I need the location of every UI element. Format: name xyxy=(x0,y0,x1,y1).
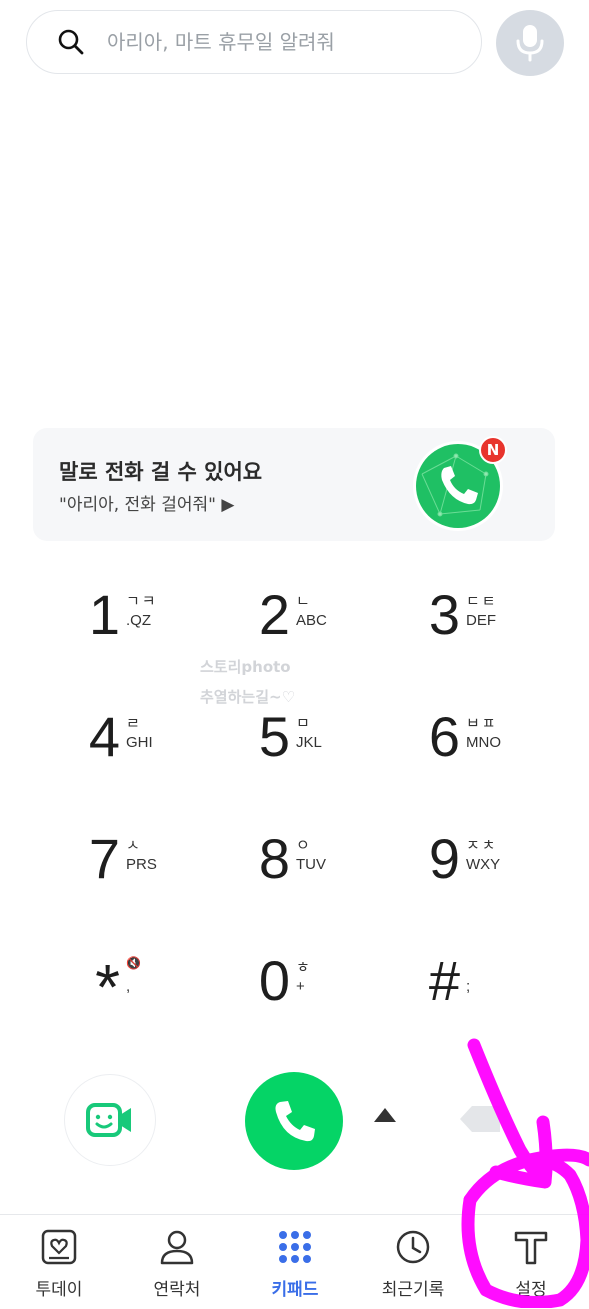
voice-call-promo-card[interactable]: 말로 전화 걸 수 있어요 "아리아, 전화 걸어줘" ▶ N xyxy=(33,428,555,541)
key-3[interactable]: 3 ㄷㅌ DEF xyxy=(410,584,580,694)
key-5[interactable]: 5 ㅁ JKL xyxy=(240,706,410,816)
key-digit: 1 xyxy=(88,583,120,646)
nav-tab-keypad[interactable]: 키패드 xyxy=(236,1215,354,1309)
key-0[interactable]: 0 ㅎ + xyxy=(240,950,410,1060)
key-digit: 8 xyxy=(258,827,290,890)
key-6[interactable]: 6 ㅂㅍ MNO xyxy=(410,706,580,816)
key-digit: 0 xyxy=(258,949,290,1012)
key-digit: 7 xyxy=(88,827,120,890)
key-letters: ABC xyxy=(296,612,327,629)
nav-tab-recents[interactable]: 최근기록 xyxy=(354,1215,472,1309)
keypad-icon xyxy=(279,1231,311,1263)
phone-call-icon xyxy=(275,1101,315,1142)
search-icon xyxy=(58,29,84,55)
settings-t-icon xyxy=(514,1231,548,1265)
promo-title: 말로 전화 걸 수 있어요 xyxy=(59,460,263,484)
today-icon xyxy=(41,1229,77,1265)
person-icon xyxy=(160,1230,194,1265)
backspace-icon xyxy=(460,1106,500,1132)
promo-subtitle: "아리아, 전화 걸어줘" ▶ xyxy=(59,495,235,515)
key-9[interactable]: 9 ㅈㅊ WXY xyxy=(410,828,580,938)
key-letters: WXY xyxy=(466,856,501,873)
key-digit: 5 xyxy=(258,705,290,768)
key-1[interactable]: 1 ㄱㅋ .QZ xyxy=(70,584,240,694)
key-digit: 3 xyxy=(428,583,460,646)
key-korean: ㄴ xyxy=(296,592,312,610)
key-korean: ㅈㅊ xyxy=(466,836,498,854)
nav-label: 키패드 xyxy=(271,1280,319,1300)
microphone-icon xyxy=(516,25,544,62)
video-call-icon xyxy=(86,1103,131,1137)
key-digit: 4 xyxy=(88,705,120,768)
key-letters: JKL xyxy=(296,734,322,751)
voice-button[interactable] xyxy=(496,10,564,76)
key-digit: 9 xyxy=(428,827,460,890)
key-letters: MNO xyxy=(466,734,501,751)
key-digit: # xyxy=(428,949,460,1012)
clock-icon xyxy=(396,1230,430,1264)
nav-tab-contacts[interactable]: 연락처 xyxy=(118,1215,236,1309)
key-hash[interactable]: # ; xyxy=(410,950,580,1060)
mute-vibrate-icon: 🔇 xyxy=(126,956,141,970)
key-korean: ㄷㅌ xyxy=(466,592,498,610)
key-digit: 2 xyxy=(258,583,290,646)
key-letters: , xyxy=(126,978,131,995)
nav-tab-settings[interactable]: 설정 xyxy=(472,1215,589,1309)
nav-label: 설정 xyxy=(515,1280,547,1300)
key-letters: TUV xyxy=(296,856,326,873)
nav-label: 최근기록 xyxy=(381,1280,445,1300)
key-korean: ㅅ xyxy=(126,836,142,854)
key-letters: ; xyxy=(466,978,471,995)
nav-tab-today[interactable]: 투데이 xyxy=(0,1215,118,1309)
key-2[interactable]: 2 ㄴ ABC xyxy=(240,584,410,694)
search-input[interactable] xyxy=(105,29,439,55)
nav-label: 투데이 xyxy=(35,1280,83,1300)
key-star[interactable]: * 🔇 , xyxy=(70,950,240,1060)
triangle-up-icon xyxy=(374,1108,396,1122)
key-7[interactable]: 7 ㅅ PRS xyxy=(70,828,240,938)
key-digit: 6 xyxy=(428,705,460,768)
key-letters: + xyxy=(296,978,305,995)
call-button[interactable] xyxy=(245,1072,343,1170)
key-korean: ㅁ xyxy=(296,714,312,732)
key-korean: ㅂㅍ xyxy=(466,714,498,732)
backspace-button[interactable] xyxy=(458,1104,502,1138)
bottom-nav: 투데이 연락처 키패드 최근기록 설정 xyxy=(0,1214,589,1309)
key-letters: .QZ xyxy=(126,612,151,629)
key-digit: * xyxy=(95,951,120,1023)
key-letters: PRS xyxy=(126,856,157,873)
key-korean: ㄹ xyxy=(126,714,142,732)
key-letters: DEF xyxy=(466,612,496,629)
key-8[interactable]: 8 ㅇ TUV xyxy=(240,828,410,938)
key-4[interactable]: 4 ㄹ GHI xyxy=(70,706,240,816)
key-korean: ㅎ xyxy=(296,958,312,976)
key-letters: GHI xyxy=(126,734,153,751)
key-korean: ㄱㅋ xyxy=(126,592,158,610)
expand-button[interactable] xyxy=(372,1104,398,1128)
new-badge: N xyxy=(479,436,507,464)
nav-label: 연락처 xyxy=(153,1280,201,1300)
key-korean: ㅇ xyxy=(296,836,312,854)
search-bar[interactable] xyxy=(26,10,482,74)
video-call-button[interactable] xyxy=(64,1074,156,1166)
